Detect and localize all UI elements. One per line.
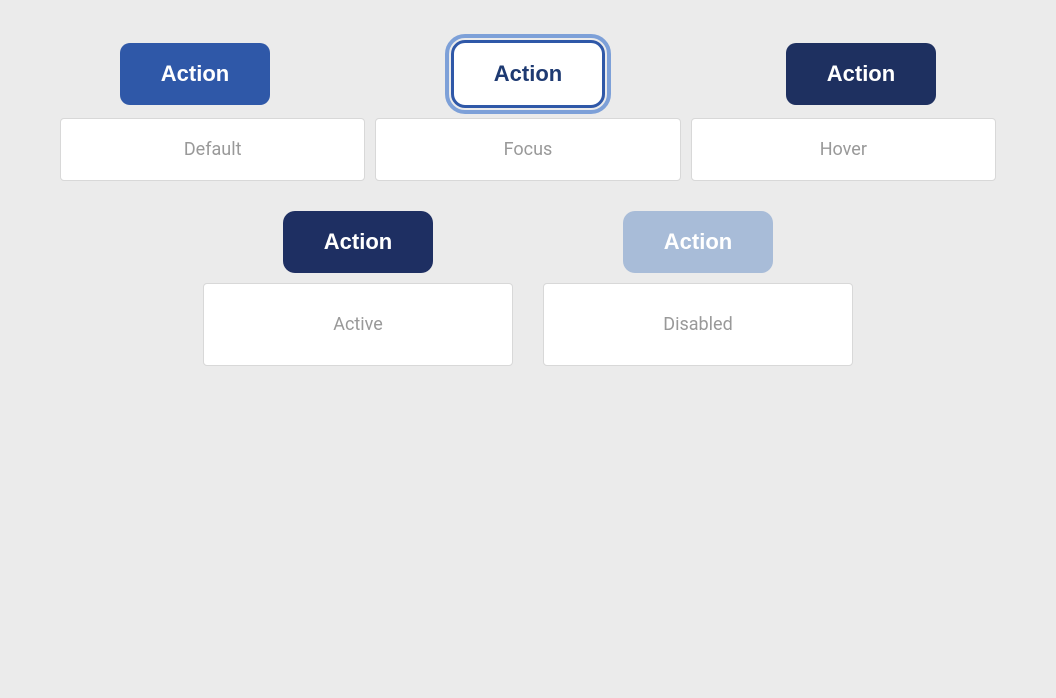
state-labels-row: Default Focus Hover [60, 118, 996, 181]
active-disabled-labels-row: Active Disabled [60, 283, 996, 366]
default-button[interactable]: Action [120, 43, 270, 105]
focus-label: Focus [375, 118, 680, 181]
hover-label: Hover [691, 118, 996, 181]
active-button[interactable]: Action [283, 211, 433, 273]
button-states-row: Action Action Action [60, 40, 996, 108]
hover-button[interactable]: Action [786, 43, 936, 105]
default-label: Default [60, 118, 365, 181]
focus-button[interactable]: Action [451, 40, 605, 108]
active-disabled-buttons-row: Action Action [60, 211, 996, 273]
main-container: Action Action Action Default Focus Hover… [0, 0, 1056, 698]
active-label: Active [203, 283, 513, 366]
disabled-label: Disabled [543, 283, 853, 366]
disabled-button: Action [623, 211, 773, 273]
